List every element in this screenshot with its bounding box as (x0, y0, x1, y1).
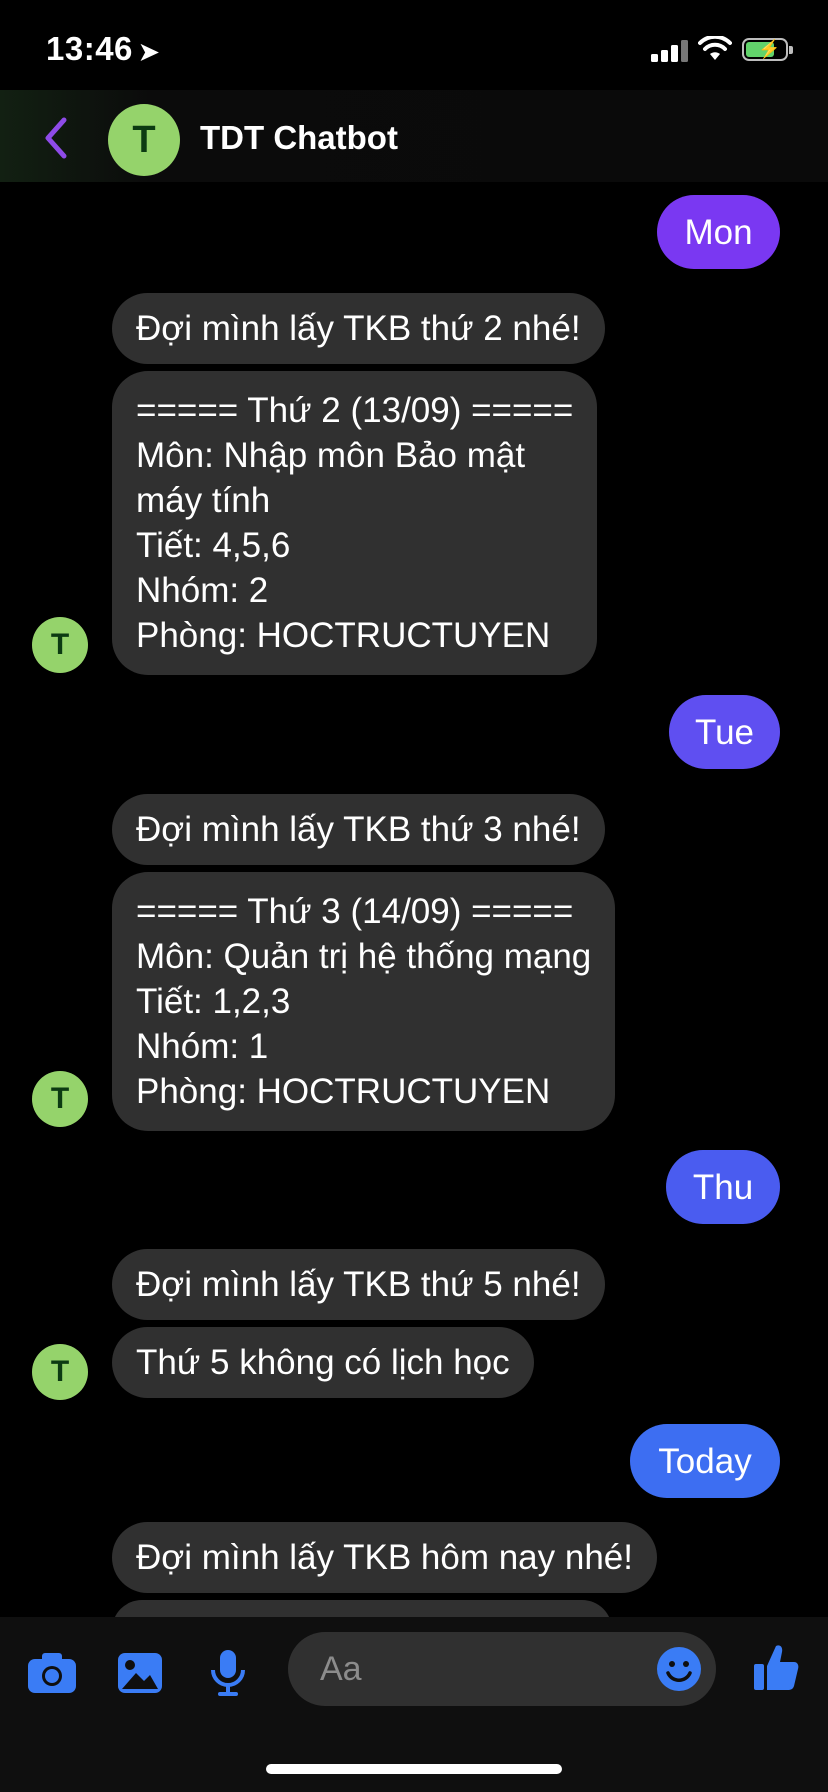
wifi-icon (698, 36, 732, 60)
user-message[interactable]: Tue (669, 695, 780, 769)
status-time: 13:46 ➤ (46, 30, 160, 67)
bot-avatar[interactable]: T (32, 1344, 88, 1400)
bot-avatar[interactable]: T (32, 617, 88, 673)
bot-message[interactable]: Thứ 5 không có lịch học (112, 1327, 534, 1398)
message-input-placeholder: Aa (320, 1650, 362, 1688)
user-message[interactable]: Mon (657, 195, 780, 269)
user-message[interactable]: Thu (666, 1150, 780, 1224)
bot-message[interactable]: Đợi mình lấy TKB thứ 5 nhé! (112, 1249, 605, 1320)
chat-title[interactable]: TDT Chatbot (200, 119, 398, 157)
microphone-icon[interactable] (208, 1648, 248, 1698)
camera-icon[interactable] (26, 1648, 78, 1698)
bot-message[interactable]: Đợi mình lấy TKB hôm nay nhé! (112, 1522, 657, 1593)
bot-message[interactable]: ===== Thứ 2 (13/09) ===== Môn: Nhập môn … (112, 371, 598, 675)
battery-icon: ⚡ (742, 38, 793, 61)
chatbot-avatar[interactable]: T (108, 104, 180, 176)
bot-message[interactable]: Đợi mình lấy TKB thứ 2 nhé! (112, 293, 605, 364)
cellular-signal-icon (651, 40, 689, 62)
bot-message[interactable]: ===== Thứ 3 (14/09) ===== Môn: Quản trị … (112, 872, 616, 1131)
bot-avatar[interactable]: T (32, 1071, 88, 1127)
back-chevron-icon[interactable] (40, 116, 74, 160)
user-message[interactable]: Today (630, 1424, 780, 1498)
photo-gallery-icon[interactable] (116, 1648, 164, 1698)
home-indicator (266, 1764, 562, 1774)
thumbs-up-icon[interactable] (752, 1642, 800, 1692)
emoji-icon[interactable] (656, 1646, 702, 1692)
bot-message[interactable]: Đợi mình lấy TKB thứ 3 nhé! (112, 794, 605, 865)
location-arrow-icon: ➤ (138, 39, 160, 66)
